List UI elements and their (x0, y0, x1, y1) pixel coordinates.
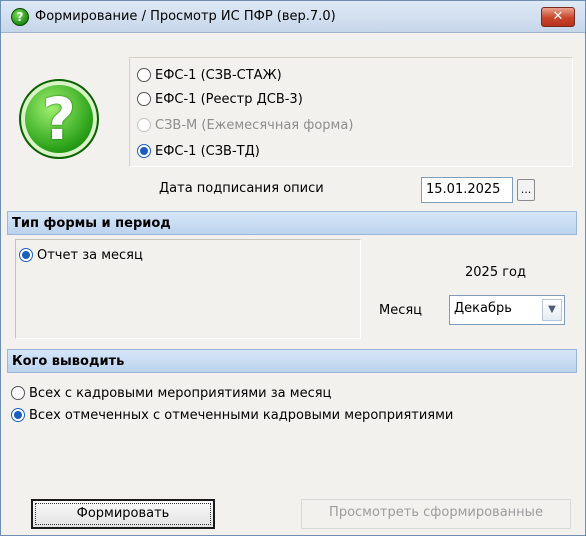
title-bar: ? Формирование / Просмотр ИС ПФР (вер.7.… (1, 1, 585, 33)
signing-date-input[interactable]: 15.01.2025 (421, 177, 513, 203)
option-label: ЕФС-1 (Реестр ДСВ-3) (155, 91, 303, 107)
window-title: Формирование / Просмотр ИС ПФР (вер.7.0) (35, 9, 336, 24)
chevron-down-icon[interactable]: ▼ (542, 299, 562, 321)
radio-icon[interactable] (11, 386, 25, 400)
radio-icon[interactable] (137, 68, 151, 82)
month-value: Декабрь (454, 301, 512, 316)
radio-selected-icon[interactable] (19, 248, 33, 262)
form-type-option-dsv3[interactable]: ЕФС-1 (Реестр ДСВ-3) (137, 89, 303, 109)
option-label: ЕФС-1 (СЗВ-СТАЖ) (155, 67, 282, 83)
form-type-option-szv-td[interactable]: ЕФС-1 (СЗВ-ТД) (137, 141, 260, 161)
option-label: Всех отмеченных с отмеченными кадровыми … (29, 407, 454, 423)
help-question-icon: ? (19, 79, 99, 159)
output-section-header: Кого выводить (7, 349, 577, 373)
signing-date-label: Дата подписания описи (159, 181, 324, 196)
date-picker-button[interactable]: ... (517, 179, 535, 201)
radio-selected-icon[interactable] (137, 144, 151, 158)
month-select[interactable]: Декабрь ▼ (449, 295, 565, 325)
output-option-with-events[interactable]: Всех с кадровыми мероприятиями за месяц (11, 383, 331, 403)
output-option-marked[interactable]: Всех отмеченных с отмеченными кадровыми … (11, 405, 453, 425)
question-icon: ? (11, 8, 29, 26)
option-label: Всех с кадровыми мероприятиями за месяц (29, 385, 332, 401)
year-label: 2025 год (465, 265, 526, 280)
option-label: Отчет за месяц (37, 247, 143, 263)
generate-button[interactable]: Формировать (31, 499, 215, 529)
form-type-option-szv-m: СЗВ-М (Ежемесячная форма) (137, 115, 353, 135)
form-type-option-szv-stazh[interactable]: ЕФС-1 (СЗВ-СТАЖ) (137, 65, 282, 85)
radio-icon (137, 118, 151, 132)
month-label: Месяц (379, 303, 423, 318)
option-label: СЗВ-М (Ежемесячная форма) (155, 117, 354, 133)
dialog-window: ? Формирование / Просмотр ИС ПФР (вер.7.… (0, 0, 586, 536)
close-button[interactable]: ✕ (541, 7, 575, 27)
period-option-month[interactable]: Отчет за месяц (19, 245, 143, 265)
radio-selected-icon[interactable] (11, 408, 25, 422)
view-generated-button: Просмотреть сформированные (301, 499, 571, 529)
radio-icon[interactable] (137, 92, 151, 106)
period-section-header: Тип формы и период (7, 211, 577, 235)
option-label: ЕФС-1 (СЗВ-ТД) (155, 143, 260, 159)
